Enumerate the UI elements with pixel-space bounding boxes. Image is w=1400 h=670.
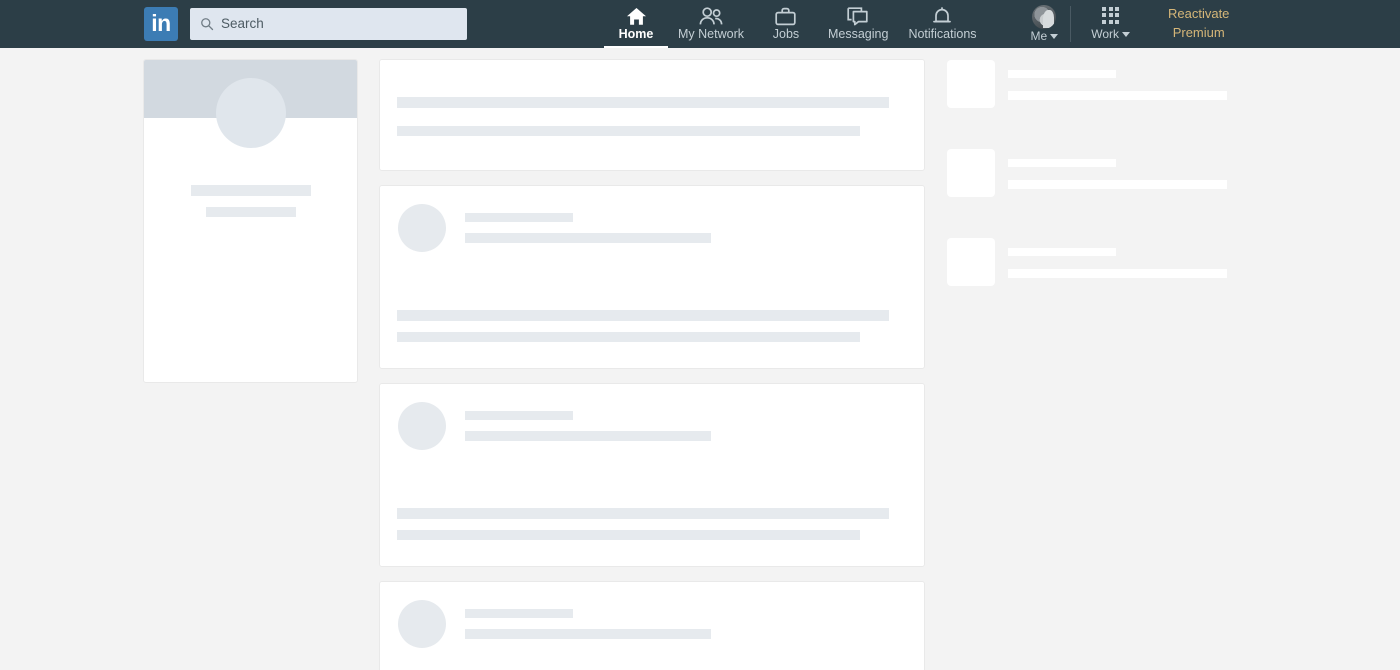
profile-name-placeholder: [190, 185, 311, 196]
post-author-placeholder: [465, 204, 711, 243]
rail-thumbnail-placeholder: [947, 238, 995, 286]
share-box-card[interactable]: [380, 60, 924, 170]
profile-card[interactable]: [144, 60, 357, 382]
skeleton-line: [1008, 70, 1116, 78]
people-icon: [699, 6, 723, 26]
primary-nav: Home My Network Jobs Messaging Notificat…: [604, 0, 987, 48]
skeleton-line: [1008, 269, 1227, 278]
work-menu[interactable]: Work: [1071, 0, 1150, 48]
skeleton-line: [397, 97, 889, 108]
post-avatar-placeholder: [398, 600, 446, 648]
skeleton-line: [397, 508, 889, 519]
nav-left-group: in Search: [144, 7, 467, 41]
nav-item-home[interactable]: Home: [604, 0, 668, 48]
search-input[interactable]: Search: [190, 8, 467, 40]
nav-item-jobs[interactable]: Jobs: [754, 0, 818, 48]
rail-item[interactable]: [947, 60, 1247, 129]
premium-line-1: Reactivate: [1167, 6, 1230, 22]
work-label: Work: [1091, 26, 1119, 41]
profile-avatar-placeholder: [215, 78, 286, 148]
skeleton-line: [1008, 91, 1227, 100]
feed-column: [380, 60, 924, 670]
right-rail: [947, 60, 1247, 327]
skeleton-line: [397, 126, 860, 136]
skeleton-line: [397, 332, 860, 342]
app-grid-icon: [1102, 6, 1120, 24]
skeleton-line: [465, 213, 573, 222]
feed-post-card[interactable]: [380, 186, 924, 368]
message-icon: [847, 6, 869, 26]
me-menu[interactable]: Me: [1019, 0, 1071, 48]
feed-post-card[interactable]: [380, 384, 924, 566]
post-avatar-placeholder: [398, 204, 446, 252]
skeleton-line: [1008, 180, 1227, 189]
post-author-placeholder: [465, 402, 711, 441]
briefcase-icon: [775, 6, 797, 26]
search-icon: [201, 18, 214, 31]
bell-icon: [932, 6, 952, 26]
post-header: [380, 186, 924, 252]
top-navigation-bar: in Search Home My Network Jobs Messaging…: [0, 0, 1400, 48]
nav-right-group: Me Work Reactivate Premium: [1019, 0, 1248, 48]
rail-thumbnail-placeholder: [947, 60, 995, 108]
nav-item-my-network-label: My Network: [678, 27, 744, 42]
profile-headline-placeholder: [205, 207, 296, 217]
rail-item[interactable]: [947, 238, 1247, 307]
nav-item-jobs-label: Jobs: [772, 27, 800, 42]
nav-item-my-network[interactable]: My Network: [668, 0, 754, 48]
work-label-row: Work: [1091, 26, 1130, 41]
skeleton-line: [1008, 159, 1116, 167]
skeleton-line: [465, 411, 573, 420]
rail-item[interactable]: [947, 149, 1247, 218]
nav-item-messaging[interactable]: Messaging: [818, 0, 898, 48]
skeleton-line: [465, 629, 711, 639]
skeleton-line: [465, 233, 711, 243]
me-label: Me: [1030, 28, 1048, 43]
search-placeholder-text: Search: [221, 16, 264, 32]
linkedin-logo[interactable]: in: [144, 7, 178, 41]
home-icon: [626, 6, 647, 26]
premium-line-2: Premium: [1172, 25, 1225, 40]
nav-item-notifications-label: Notifications: [908, 27, 977, 42]
post-author-placeholder: [465, 600, 711, 639]
feed-post-card[interactable]: [380, 582, 924, 670]
page-body: [0, 48, 1400, 670]
skeleton-line: [465, 609, 573, 618]
nav-item-home-label: Home: [618, 27, 654, 42]
chevron-down-icon: [1121, 32, 1130, 37]
post-header: [380, 384, 924, 450]
me-label-row: Me: [1030, 28, 1059, 43]
post-avatar-placeholder: [398, 402, 446, 450]
nav-item-messaging-label: Messaging: [827, 27, 889, 42]
logo-text: in: [151, 9, 171, 36]
reactivate-premium-link[interactable]: Reactivate Premium: [1150, 0, 1247, 48]
chevron-down-icon: [1050, 34, 1059, 39]
skeleton-line: [465, 431, 711, 441]
post-header: [380, 582, 924, 648]
nav-item-notifications[interactable]: Notifications: [898, 0, 986, 48]
rail-thumbnail-placeholder: [947, 149, 995, 197]
skeleton-line: [1008, 248, 1116, 256]
skeleton-line: [397, 310, 889, 321]
skeleton-line: [397, 530, 860, 540]
avatar: [1032, 4, 1057, 29]
